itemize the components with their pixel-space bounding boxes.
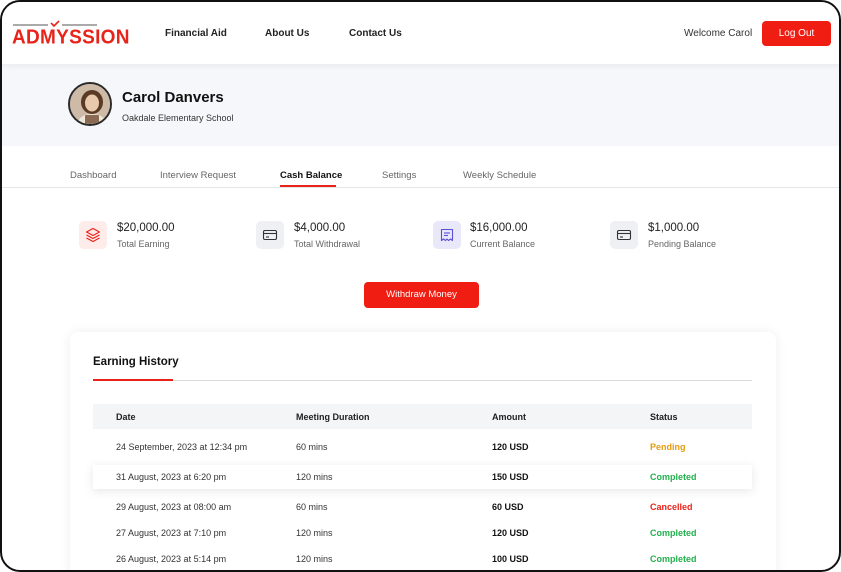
column-header-status: Status	[650, 412, 678, 422]
welcome-text: Welcome Carol	[684, 28, 753, 39]
row-duration: 60 mins	[296, 502, 328, 512]
total-earning-value: $20,000.00	[117, 222, 175, 234]
row-date: 31 August, 2023 at 6:20 pm	[116, 472, 227, 482]
row-date: 26 August, 2023 at 5:14 pm	[116, 554, 227, 564]
column-header-date: Date	[116, 412, 136, 422]
row-date: 24 September, 2023 at 12:34 pm	[116, 442, 248, 452]
row-duration: 120 mins	[296, 472, 333, 482]
top-navbar: ADMYSSION Financial Aid About Us Contact…	[2, 2, 839, 64]
table-row[interactable]: 31 August, 2023 at 6:20 pm 120 mins 150 …	[93, 465, 752, 489]
tab-weekly-schedule[interactable]: Weekly Schedule	[463, 170, 536, 181]
row-duration: 60 mins	[296, 442, 328, 452]
status-badge: Pending	[650, 442, 686, 452]
tab-settings[interactable]: Settings	[382, 170, 416, 181]
active-tab-indicator	[280, 185, 336, 187]
logout-button[interactable]: Log Out	[762, 21, 831, 46]
profile-name: Carol Danvers	[122, 89, 224, 106]
card-title-underline	[93, 379, 173, 381]
row-date: 29 August, 2023 at 08:00 am	[116, 502, 232, 512]
row-duration: 120 mins	[296, 528, 333, 538]
earning-history-card: Earning History Date Meeting Duration Am…	[70, 332, 776, 570]
total-withdrawal-label: Total Withdrawal	[294, 239, 361, 249]
table-row[interactable]: 27 August, 2023 at 7:10 pm 120 mins 120 …	[93, 521, 752, 545]
status-badge: Completed	[650, 554, 697, 564]
pending-balance-label: Pending Balance	[648, 239, 717, 249]
table-row[interactable]: 24 September, 2023 at 12:34 pm 60 mins 1…	[93, 435, 752, 459]
current-balance-label: Current Balance	[470, 239, 536, 249]
current-balance-value: $16,000.00	[470, 222, 528, 234]
card-divider	[93, 380, 752, 381]
card-icon	[256, 221, 284, 249]
status-badge: Cancelled	[650, 502, 693, 512]
tabs-divider	[2, 187, 839, 188]
total-withdrawal-value: $4,000.00	[294, 222, 346, 234]
app-window: ADMYSSION Financial Aid About Us Contact…	[0, 0, 841, 572]
receipt-icon	[433, 221, 461, 249]
status-badge: Completed	[650, 472, 697, 482]
table-row[interactable]: 26 August, 2023 at 5:14 pm 120 mins 100 …	[93, 547, 752, 570]
tab-dashboard[interactable]: Dashboard	[70, 170, 116, 181]
total-earning-label: Total Earning	[117, 239, 170, 249]
pending-balance-value: $1,000.00	[648, 222, 700, 234]
table-header: Date Meeting Duration Amount Status	[93, 404, 752, 429]
column-header-amount: Amount	[492, 412, 526, 422]
row-amount: 150 USD	[492, 472, 529, 482]
withdraw-money-button[interactable]: Withdraw Money	[364, 282, 479, 308]
column-header-duration: Meeting Duration	[296, 412, 370, 422]
tab-cash-balance[interactable]: Cash Balance	[280, 170, 342, 181]
nav-financial-aid[interactable]: Financial Aid	[165, 28, 227, 39]
row-duration: 120 mins	[296, 554, 333, 564]
nav-contact-us[interactable]: Contact Us	[349, 28, 402, 39]
row-amount: 120 USD	[492, 442, 529, 452]
row-amount: 120 USD	[492, 528, 529, 538]
layers-icon	[79, 221, 107, 249]
table-row[interactable]: 29 August, 2023 at 08:00 am 60 mins 60 U…	[93, 495, 752, 519]
nav-about-us[interactable]: About Us	[265, 28, 309, 39]
avatar[interactable]	[68, 82, 112, 126]
card-icon	[610, 221, 638, 249]
earning-history-title: Earning History	[93, 356, 179, 368]
row-amount: 60 USD	[492, 502, 524, 512]
row-date: 27 August, 2023 at 7:10 pm	[116, 528, 227, 538]
logo-text: ADMYSSION	[12, 26, 130, 49]
profile-school: Oakdale Elementary School	[122, 113, 234, 123]
row-amount: 100 USD	[492, 554, 529, 564]
admyssion-logo[interactable]: ADMYSSION	[12, 16, 129, 50]
status-badge: Completed	[650, 528, 697, 538]
tab-interview-request[interactable]: Interview Request	[160, 170, 236, 181]
